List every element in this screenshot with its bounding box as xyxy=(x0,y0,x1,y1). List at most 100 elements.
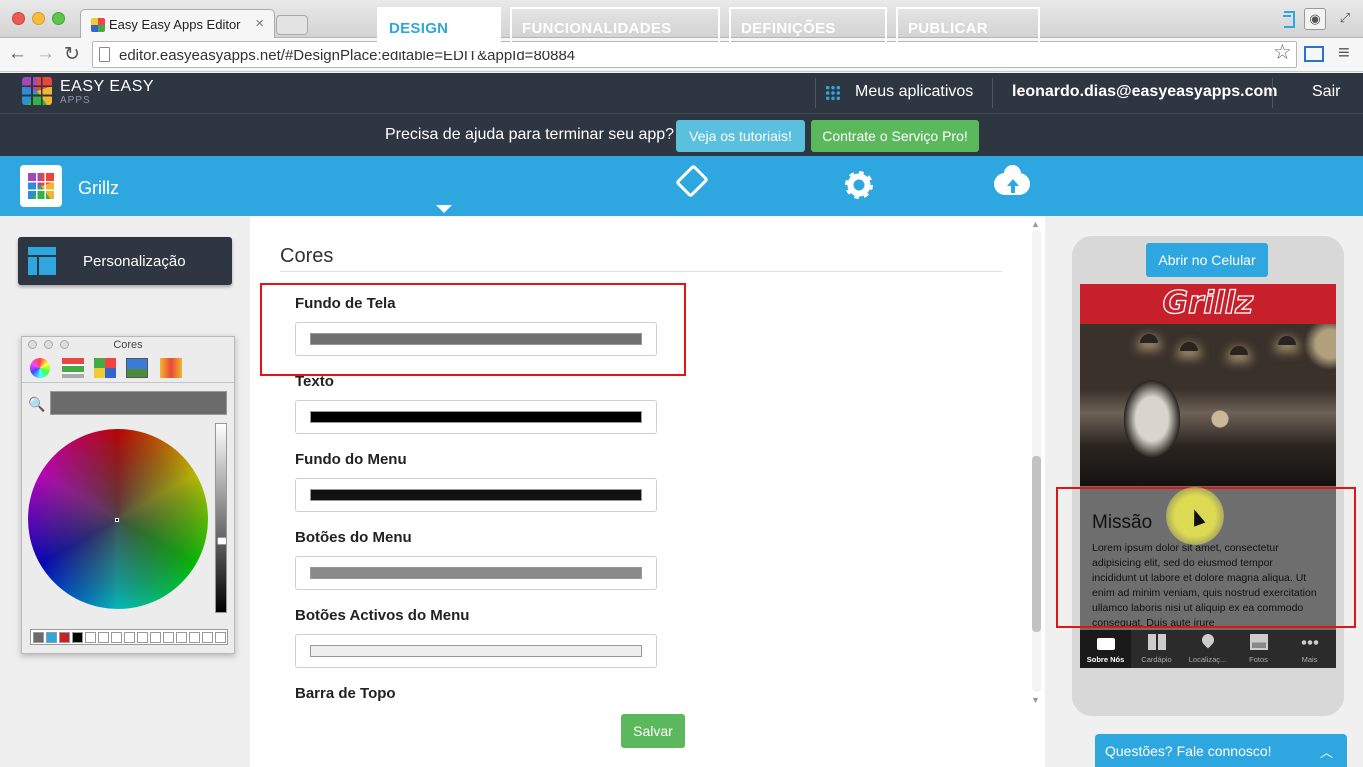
tab-close-icon[interactable]: × xyxy=(255,15,264,32)
scrollbar-thumb[interactable] xyxy=(1032,456,1041,632)
swatch[interactable] xyxy=(163,632,174,643)
tab-publicar[interactable]: PUBLICAR xyxy=(896,7,1040,51)
forward-arrow-icon[interactable]: → xyxy=(36,43,55,65)
app-logo: Grillz xyxy=(1162,284,1254,321)
logout-link[interactable]: Sair xyxy=(1312,83,1340,101)
tab-definicoes-label: DEFINIÇÕES xyxy=(741,20,836,37)
active-menu-buttons-color-input[interactable] xyxy=(295,634,657,668)
swatch[interactable] xyxy=(85,632,96,643)
swatch[interactable] xyxy=(124,632,135,643)
menu-item-fotos[interactable]: Fotos xyxy=(1233,630,1284,668)
color-picker-panel: Cores 🔍 xyxy=(21,336,235,654)
easyeasy-logo-icon[interactable] xyxy=(22,77,52,105)
page-icon xyxy=(99,47,110,62)
swatch[interactable] xyxy=(202,632,213,643)
chevron-up-icon[interactable]: ︿ xyxy=(1320,742,1333,761)
logo-name: EASY EASY xyxy=(60,78,155,95)
gear-icon xyxy=(845,171,873,199)
swatch[interactable] xyxy=(72,632,83,643)
reload-icon[interactable]: ↻ xyxy=(64,43,80,66)
lamp-decoration xyxy=(1278,336,1296,345)
help-text: Precisa de ajuda para terminar seu app? xyxy=(385,126,675,143)
menu-item-cardapio[interactable]: Cardápio xyxy=(1131,630,1182,668)
chat-widget[interactable]: Questões? Fale connosco! ︿ xyxy=(1095,734,1347,767)
upload-arrow-stem xyxy=(1011,185,1015,193)
menu-item-mais[interactable]: Mais xyxy=(1284,630,1335,668)
tutorials-button[interactable]: Veja os tutoriais! xyxy=(676,120,805,152)
field-label-top-bar: Barra de Topo xyxy=(295,685,396,702)
menu-item-label: Mais xyxy=(1301,655,1318,664)
close-window-icon[interactable] xyxy=(12,12,25,25)
logout-arrow-icon xyxy=(1283,15,1291,17)
customization-button[interactable]: Personalização xyxy=(18,237,232,285)
tab-funcionalidades[interactable]: FUNCIONALIDADES xyxy=(510,7,720,51)
field-label-active-menu-buttons: Botões Activos do Menu xyxy=(295,607,470,624)
my-apps-link[interactable]: Meus aplicativos xyxy=(855,83,973,101)
logo-subtitle: APPS xyxy=(60,95,91,106)
menu-background-color-input[interactable] xyxy=(295,478,657,512)
swatch[interactable] xyxy=(215,632,226,643)
app-bottom-menu: Sobre Nós Cardápio Localizaç... Fotos Ma… xyxy=(1080,630,1336,668)
lamp-decoration xyxy=(1180,342,1198,351)
book-icon xyxy=(1148,634,1166,650)
magnifier-icon[interactable]: 🔍 xyxy=(28,396,45,413)
tab-design[interactable]: DESIGN xyxy=(377,7,501,51)
text-color-input[interactable] xyxy=(295,400,657,434)
color-sliders-mode-icon[interactable] xyxy=(62,358,84,378)
open-on-phone-button[interactable]: Abrir no Celular xyxy=(1146,243,1268,277)
header-divider xyxy=(1272,78,1273,108)
image-palettes-mode-icon[interactable] xyxy=(126,358,148,378)
minimize-window-icon[interactable] xyxy=(32,12,45,25)
browser-tab[interactable]: Easy Easy Apps Editor × xyxy=(80,9,275,39)
selected-color-preview xyxy=(50,391,227,415)
swatch[interactable] xyxy=(98,632,109,643)
swatch[interactable] xyxy=(189,632,200,643)
menu-item-localizacao[interactable]: Localizaç... xyxy=(1182,630,1233,668)
app-name: Grillz xyxy=(78,178,119,198)
color-palettes-mode-icon[interactable] xyxy=(94,358,116,378)
tab-design-label: DESIGN xyxy=(389,20,449,37)
profile-icon[interactable]: ◉ xyxy=(1304,8,1326,30)
pro-service-button[interactable]: Contrate o Serviço Pro! xyxy=(811,120,979,152)
bookmark-star-icon[interactable]: ☆ xyxy=(1273,40,1292,65)
save-button[interactable]: Salvar xyxy=(621,714,685,748)
cast-icon[interactable] xyxy=(1304,46,1324,62)
color-value-bar xyxy=(310,645,642,657)
browser-menu-icon[interactable]: ≡ xyxy=(1338,42,1350,65)
menu-item-sobre-nos[interactable]: Sobre Nós xyxy=(1080,630,1131,668)
menu-item-label: Localizaç... xyxy=(1188,655,1227,664)
crayons-mode-icon[interactable] xyxy=(160,358,182,378)
color-panel-title: Cores xyxy=(113,339,143,351)
logout-icon[interactable] xyxy=(1284,11,1295,28)
user-email[interactable]: leonardo.dias@easyeasyapps.com xyxy=(1012,83,1278,101)
app-icon[interactable] xyxy=(20,165,62,207)
field-label-menu-buttons: Botões do Menu xyxy=(295,529,412,546)
swatch[interactable] xyxy=(59,632,70,643)
swatch[interactable] xyxy=(176,632,187,643)
swatch[interactable] xyxy=(150,632,161,643)
active-tab-caret xyxy=(436,205,452,213)
new-tab-button[interactable] xyxy=(276,15,308,35)
color-swatches xyxy=(30,629,228,645)
brightness-slider[interactable] xyxy=(215,423,227,613)
section-title: Cores xyxy=(280,245,334,267)
swatch[interactable] xyxy=(46,632,57,643)
brightness-slider-handle[interactable] xyxy=(217,537,227,545)
fullscreen-icon[interactable]: ⤢ xyxy=(1334,8,1356,30)
menu-buttons-color-input[interactable] xyxy=(295,556,657,590)
zoom-window-icon[interactable] xyxy=(52,12,65,25)
scroll-up-icon[interactable]: ▲ xyxy=(1031,219,1040,229)
tab-definicoes[interactable]: DEFINIÇÕES xyxy=(729,7,887,51)
color-wheel-mode-icon[interactable] xyxy=(30,358,50,378)
swatch[interactable] xyxy=(33,632,44,643)
color-value-bar xyxy=(310,411,642,423)
swatch[interactable] xyxy=(111,632,122,643)
back-arrow-icon[interactable]: ← xyxy=(8,43,27,65)
scroll-down-icon[interactable]: ▼ xyxy=(1031,695,1040,705)
color-wheel-pointer[interactable] xyxy=(115,518,119,522)
app-header: EASY EASY APPS Meus aplicativos leonardo… xyxy=(0,73,1363,113)
swatch[interactable] xyxy=(137,632,148,643)
color-value-bar xyxy=(310,567,642,579)
tab-funcionalidades-label: FUNCIONALIDADES xyxy=(522,20,672,37)
tab-title: Easy Easy Apps Editor xyxy=(109,17,241,32)
